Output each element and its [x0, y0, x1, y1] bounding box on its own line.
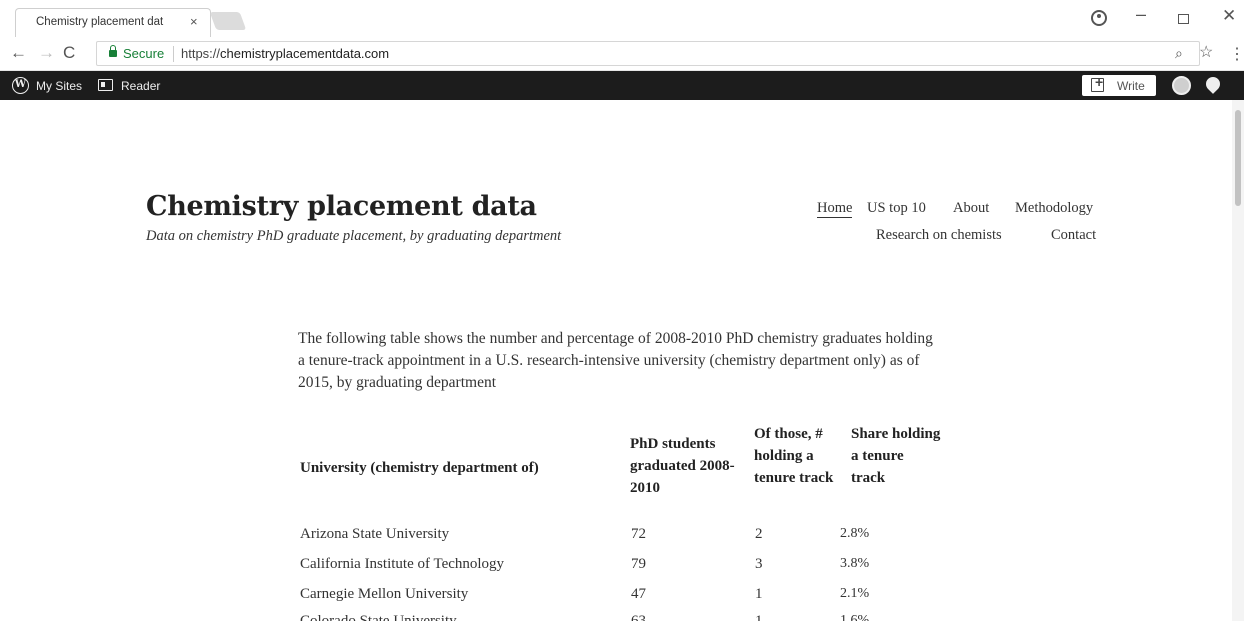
intro-paragraph: The following table shows the number and…	[298, 330, 933, 391]
reader-link[interactable]: Reader	[121, 79, 160, 93]
wordpress-logo-icon[interactable]: W	[12, 77, 29, 94]
nav-methodology[interactable]: Methodology	[1015, 200, 1093, 217]
write-label: Write	[1117, 79, 1145, 93]
back-icon[interactable]: ←	[10, 43, 27, 63]
table-row: Carnegie Mellon University 47 1 2.1%	[300, 586, 1000, 616]
nav-us-top-10[interactable]: US top 10	[867, 200, 926, 217]
cell-holding: 1	[755, 613, 763, 621]
cell-phd: 72	[631, 526, 646, 542]
cell-share: 2.1%	[840, 586, 870, 601]
nav-home[interactable]: Home	[817, 200, 853, 218]
url-text[interactable]: https://chemistryplacementdata.com	[181, 46, 389, 61]
minimize-icon[interactable]: –	[1136, 4, 1146, 25]
table-row: Arizona State University 72 2 2.8%	[300, 526, 1000, 556]
cell-holding: 2	[755, 526, 763, 542]
nav-contact[interactable]: Contact	[1051, 227, 1096, 244]
cell-phd: 47	[631, 586, 646, 602]
url-scheme: https://	[181, 46, 221, 61]
zoom-icon[interactable]: ⌕	[1175, 45, 1183, 62]
tab-title: Chemistry placement dat	[36, 16, 164, 28]
account-icon[interactable]	[1091, 10, 1107, 26]
my-sites-link[interactable]: My Sites	[36, 79, 82, 93]
menu-kebab-icon[interactable]: ⋮	[1229, 44, 1244, 64]
cell-share: 3.8%	[840, 556, 870, 571]
site-tagline: Data on chemistry PhD graduate placement…	[146, 228, 562, 244]
cell-phd: 79	[631, 556, 646, 572]
cell-university: Arizona State University	[300, 526, 450, 542]
address-separator	[173, 46, 174, 62]
lock-icon	[109, 45, 117, 57]
url-host: chemistryplacementdata.com	[220, 46, 390, 61]
window-close-icon[interactable]: ✕	[1222, 6, 1236, 26]
cell-university: Colorado State University	[300, 613, 457, 621]
header-share-tenure: Share holding a tenure track	[851, 426, 941, 486]
cell-phd: 63	[631, 613, 646, 621]
table-row: Colorado State University 63 1 1.6%	[300, 613, 1000, 621]
avatar[interactable]	[1172, 76, 1191, 95]
nav-about[interactable]: About	[953, 200, 989, 217]
write-icon	[1091, 74, 1104, 92]
site-title[interactable]: Chemistry placement data	[146, 191, 537, 222]
notifications-icon[interactable]	[1203, 74, 1223, 94]
browser-tab[interactable]: Chemistry placement dat ×	[15, 8, 211, 37]
cell-share: 2.8%	[840, 526, 870, 541]
reader-icon[interactable]	[98, 79, 113, 91]
new-tab-button[interactable]	[209, 12, 247, 30]
maximize-icon[interactable]	[1178, 14, 1189, 24]
cell-holding: 3	[755, 556, 763, 572]
browser-toolbar: ← → C Secure https://chemistryplacementd…	[0, 37, 1244, 71]
header-phd-graduated: PhD students graduated 2008-2010	[630, 436, 735, 496]
header-holding-tenure: Of those, # holding a tenure track	[754, 426, 834, 486]
tab-close-icon[interactable]: ×	[190, 14, 198, 29]
reload-icon[interactable]: C	[63, 43, 75, 63]
secure-label: Secure	[123, 46, 165, 61]
scrollbar-thumb[interactable]	[1235, 110, 1241, 206]
bookmark-star-icon[interactable]: ☆	[1199, 42, 1213, 62]
header-university: University (chemistry department of)	[300, 460, 539, 476]
forward-icon[interactable]: →	[38, 43, 55, 63]
write-button[interactable]: Write	[1082, 74, 1156, 96]
cell-share: 1.6%	[840, 613, 870, 621]
cell-university: Carnegie Mellon University	[300, 586, 469, 602]
nav-research-on-chemists[interactable]: Research on chemists	[876, 227, 1002, 244]
wordpress-admin-bar: W My Sites Reader Write	[0, 71, 1244, 100]
cell-holding: 1	[755, 586, 763, 602]
browser-tab-strip: Chemistry placement dat × – ✕	[0, 0, 1244, 37]
table-row: California Institute of Technology 79 3 …	[300, 556, 1000, 586]
cell-university: California Institute of Technology	[300, 556, 505, 572]
address-bar[interactable]: Secure https://chemistryplacementdata.co…	[96, 41, 1200, 66]
page-scrollbar[interactable]	[1232, 100, 1244, 621]
